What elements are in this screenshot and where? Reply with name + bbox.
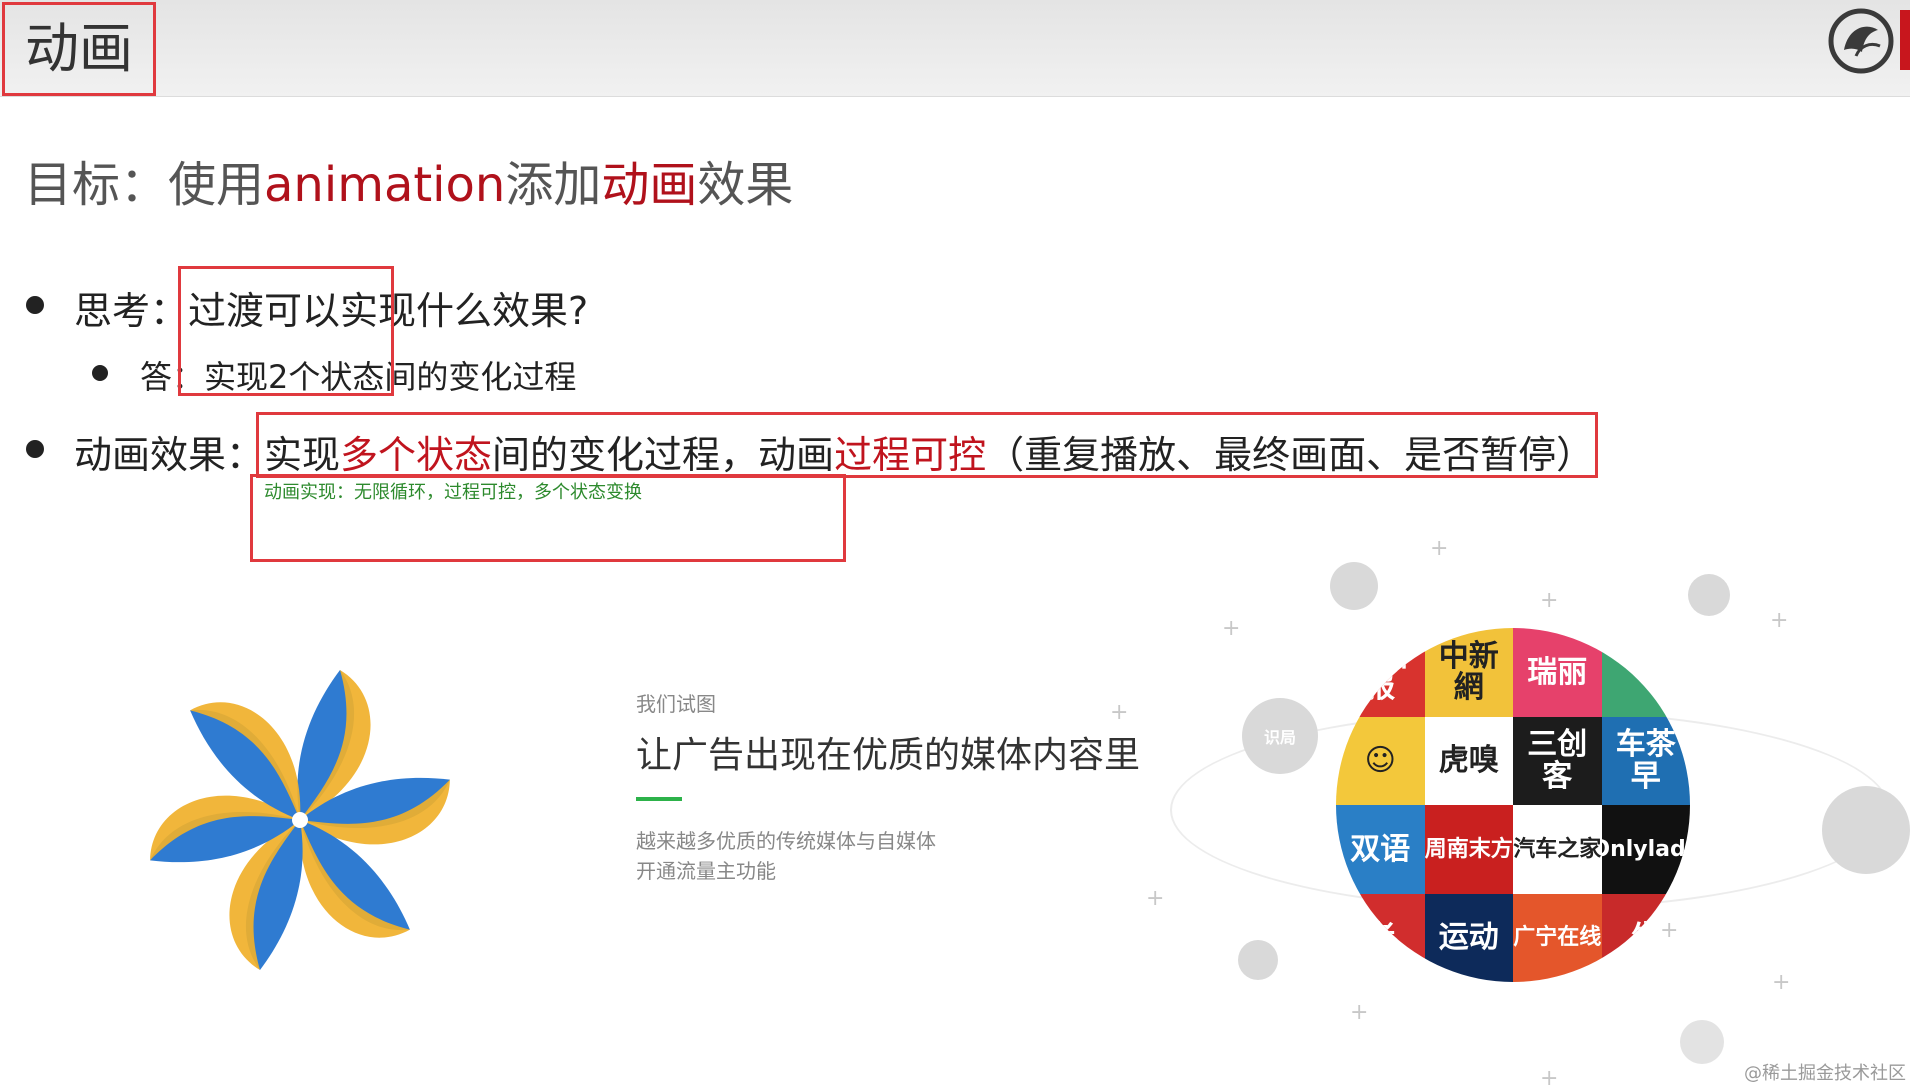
media-logo-tile: 者 [1336,893,1425,982]
brand-logo-icon [1828,8,1894,74]
plus-icon: + [1660,918,1679,943]
plus-icon: + [1146,886,1165,911]
goal-middle: 添加 [505,157,602,213]
plus-icon: + [1350,1000,1369,1025]
plus-icon: + [1430,536,1449,561]
promo-title: 让广告出现在优质的媒体内容里 [636,735,1141,776]
bullet-dot [26,440,44,458]
bullet-dot [26,296,44,314]
media-logo-tile [1601,628,1690,717]
media-logo-tile: 三创客 [1513,716,1602,805]
pinwheel-logo-icon [134,670,466,970]
promo-desc-line: 开通流量主功能 [636,859,776,883]
media-logo-circle: 川日报中新網瑞丽☺虎嗅三创客车茶早双语周南末方汽车之家Onlylady者运动广宁… [1336,628,1690,982]
media-logo-tile: 运动 [1424,893,1513,982]
brand-mark [1900,10,1910,70]
goal-suffix: 效果 [697,157,794,213]
plus-icon: + [1222,616,1241,641]
plus-icon: + [1110,700,1129,725]
goal-highlight: 动画 [601,157,698,213]
media-badge-icon [1238,940,1278,980]
media-logo-tile: 虎嗅 [1424,716,1513,805]
annotation-box [250,474,846,562]
promo-description: 越来越多优质的传统媒体与自媒体 开通流量主功能 [636,826,936,886]
goal-heading: 目标：使用animation添加动画效果 [24,145,793,215]
goal-prefix: 目标：使用 [24,157,265,213]
media-logo-tile: 周南末方 [1424,805,1513,894]
media-badge-icon [1688,574,1730,616]
slide-header: 动画 [0,0,1910,97]
sub-bullet-dot [92,365,108,381]
annotation-box [178,266,394,396]
plus-icon: + [1540,588,1559,613]
promo-divider [636,797,682,801]
media-badge-icon [1330,562,1378,610]
plus-icon: + [1540,1066,1559,1091]
media-badge-icon [1680,1020,1724,1064]
goal-keyword: animation [264,157,506,213]
media-badge-label: 识局 [1263,728,1296,747]
annotation-box [256,412,1598,478]
media-badge-icon [1822,786,1910,874]
plus-icon: + [1772,970,1791,995]
media-logo-tile: 瑞丽 [1513,628,1602,717]
effect-label: 动画效果： [74,433,265,477]
plus-icon: + [1770,608,1789,633]
answer-label: 答 [140,358,173,396]
promo-kicker: 我们试图 [636,692,716,716]
promo-desc-line: 越来越多优质的传统媒体与自媒体 [636,829,936,853]
media-logo-tile: 川日报 [1336,628,1425,717]
media-badge: 识局 [1242,698,1318,774]
slide-title: 动画 [2,2,156,96]
media-logo-tile: 中新網 [1424,628,1513,717]
media-logo-tile: 汽车之家 [1513,805,1602,894]
media-logo-tile: 广宁在线 [1513,893,1602,982]
watermark: @稀土掘金技术社区 [1744,1063,1906,1084]
